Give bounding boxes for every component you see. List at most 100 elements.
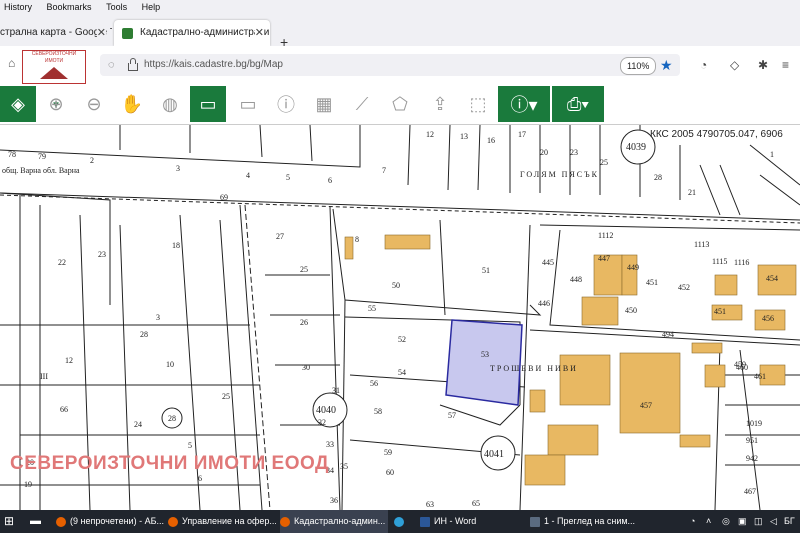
network-icon[interactable]: ◫ [754,510,766,533]
taskbar-item-cadastre[interactable]: Кадастрално-админ... [280,510,388,533]
parcel-label: 57 [448,411,456,420]
parcel-label: 3 [176,164,180,173]
menu-help[interactable]: Help [142,2,161,12]
parcel-label: 25 [300,265,308,274]
menu-bar: History Bookmarks Tools Help [0,0,800,14]
tray-icon[interactable]: ◎ [722,510,734,533]
chevron-up-icon[interactable]: ˄ [706,510,718,533]
region-label: ТРОШЕВИ НИВИ [490,364,578,373]
parcel-label: 452 [678,283,690,292]
parcel-label: 36 [330,496,338,505]
globe-icon[interactable]: ◍ [152,86,188,122]
menu-icon[interactable]: ≡ [782,58,789,72]
address-bar[interactable]: ◌ https://kais.cadastre.bg/bg/Map 110% ★ [100,54,680,76]
parcel-label: 2 [90,156,94,165]
zoom-in-icon[interactable]: ⊕ [38,86,74,122]
tray-icon[interactable]: ▣ [738,510,750,533]
close-icon[interactable]: ✕ [96,20,106,46]
shield-icon[interactable]: ◌ [108,54,115,76]
company-logo: СЕВЕРОИЗТОЧНИ ИМОТИ [22,50,86,84]
parcel-label: 25 [222,392,230,401]
menu-tools[interactable]: Tools [106,2,127,12]
parcel-label: 467 [744,487,756,496]
region-label: общ. Варна обл. Варна [2,166,80,175]
pocket-icon[interactable]: ◇ [730,58,739,72]
menu-history[interactable]: History [4,2,32,12]
taskbar-label: 1 - Преглед на сним... [544,516,636,526]
info-icon[interactable]: ⓘ [268,86,304,122]
parcel-label: 28 [168,414,176,423]
tray-icon[interactable]: ◔ [690,510,702,533]
parcel-label: 32 [318,418,326,427]
identify-layers-icon[interactable]: ⓘ▾ [498,86,550,122]
pan-hand-icon[interactable]: ✋ [114,86,150,122]
parcel-label: 23 [570,148,578,157]
selected-parcel-53[interactable] [445,319,523,406]
layers-icon[interactable]: ◈ [0,86,36,122]
parcel-label: 7 [382,166,386,175]
taskbar-item-firefox-offers[interactable]: Управление на офер... [168,510,276,533]
home-icon[interactable]: ⌂ [8,57,18,69]
polygon-area-icon[interactable]: ⬠ [382,86,418,122]
parcel-label: 448 [570,275,582,284]
parcel-label: 21 [688,188,696,197]
close-icon[interactable]: ✕ [254,20,264,46]
tab-cadastre[interactable]: Кадастрално-административ ✕ [114,20,270,46]
parcel-label: 58 [374,407,382,416]
parcel-label: 69 [220,193,228,202]
parcel-label: 53 [481,350,489,359]
windows-start-icon[interactable]: ⊞ [4,510,24,533]
taskbar-item-firefox-mail[interactable]: (9 непрочетени) - АБ... [56,510,164,533]
parcel-label: 35 [340,462,348,471]
parcel-label: 20 [540,148,548,157]
deselect-rectangle-icon[interactable]: ▭ [230,86,266,122]
select-rectangle-icon[interactable]: ▭ [190,86,226,122]
lock-icon[interactable] [128,58,138,71]
zoom-out-icon[interactable]: ⊖ [76,86,112,122]
parcel-label: 18 [172,241,180,250]
parcel-label: 28 [654,173,662,182]
parcel-label: 450 [625,306,637,315]
parcel-label: 461 [754,372,766,381]
bookmark-star-icon[interactable]: ★ [660,54,673,76]
parcel-label: 1019 [746,419,762,428]
print-icon[interactable]: ⎙▾ [552,86,604,122]
parcel-label: 50 [392,281,400,290]
parcel-label: 1 [770,150,774,159]
parcel-label: 445 [542,258,554,267]
extension-icon[interactable]: ◔ [700,58,707,72]
parcel-label: 3 [156,313,160,322]
cadastral-map[interactable]: общ. Варна обл. Варна ГОЛЯМ ПЯСЪК ТРОШЕВ… [0,125,800,510]
volume-icon[interactable]: ◁ [770,510,782,533]
parcel-label: 13 [460,132,468,141]
extensions-icon[interactable]: ✱ [758,58,768,72]
ruler-icon[interactable]: ⟋ [344,86,380,122]
taskbar-item-word[interactable]: ИН - Word [420,510,520,533]
zoom-level[interactable]: 110% [620,57,657,75]
circle-label: 4039 [626,142,646,153]
measure-grid-icon[interactable]: ▦ [306,86,342,122]
parcel-label: 66 [60,405,68,414]
taskbar-item-preview[interactable]: 1 - Преглед на сним... [530,510,640,533]
language-indicator[interactable]: БГ [784,510,800,533]
taskbar-label: Управление на офер... [182,516,276,526]
menu-bookmarks[interactable]: Bookmarks [47,2,92,12]
parcel-label: 60 [386,468,394,477]
file-explorer-icon[interactable]: ▬ [30,510,50,533]
parcel-label: 79 [38,152,46,161]
parcel-label: 1112 [598,231,613,240]
parcel-label: 451 [714,307,726,316]
tab-google-map[interactable]: стрална карта - Google Тъ ✕ [0,20,112,46]
parcel-label: 449 [627,263,639,272]
selection-tool-icon[interactable]: ⬚ [460,86,496,122]
tab-bar: стрална карта - Google Тъ ✕ Кадастрално-… [0,14,800,50]
parcel-label: 78 [8,150,16,159]
parcel-label: 447 [598,254,610,263]
edge-icon[interactable] [394,510,414,533]
parcel-label: 26 [300,318,308,327]
parcel-label: 17 [518,130,526,139]
upload-icon[interactable]: ⇪ [422,86,458,122]
parcel-label: 54 [398,368,406,377]
parcel-label: 56 [370,379,378,388]
parcel-label: 25 [600,158,608,167]
